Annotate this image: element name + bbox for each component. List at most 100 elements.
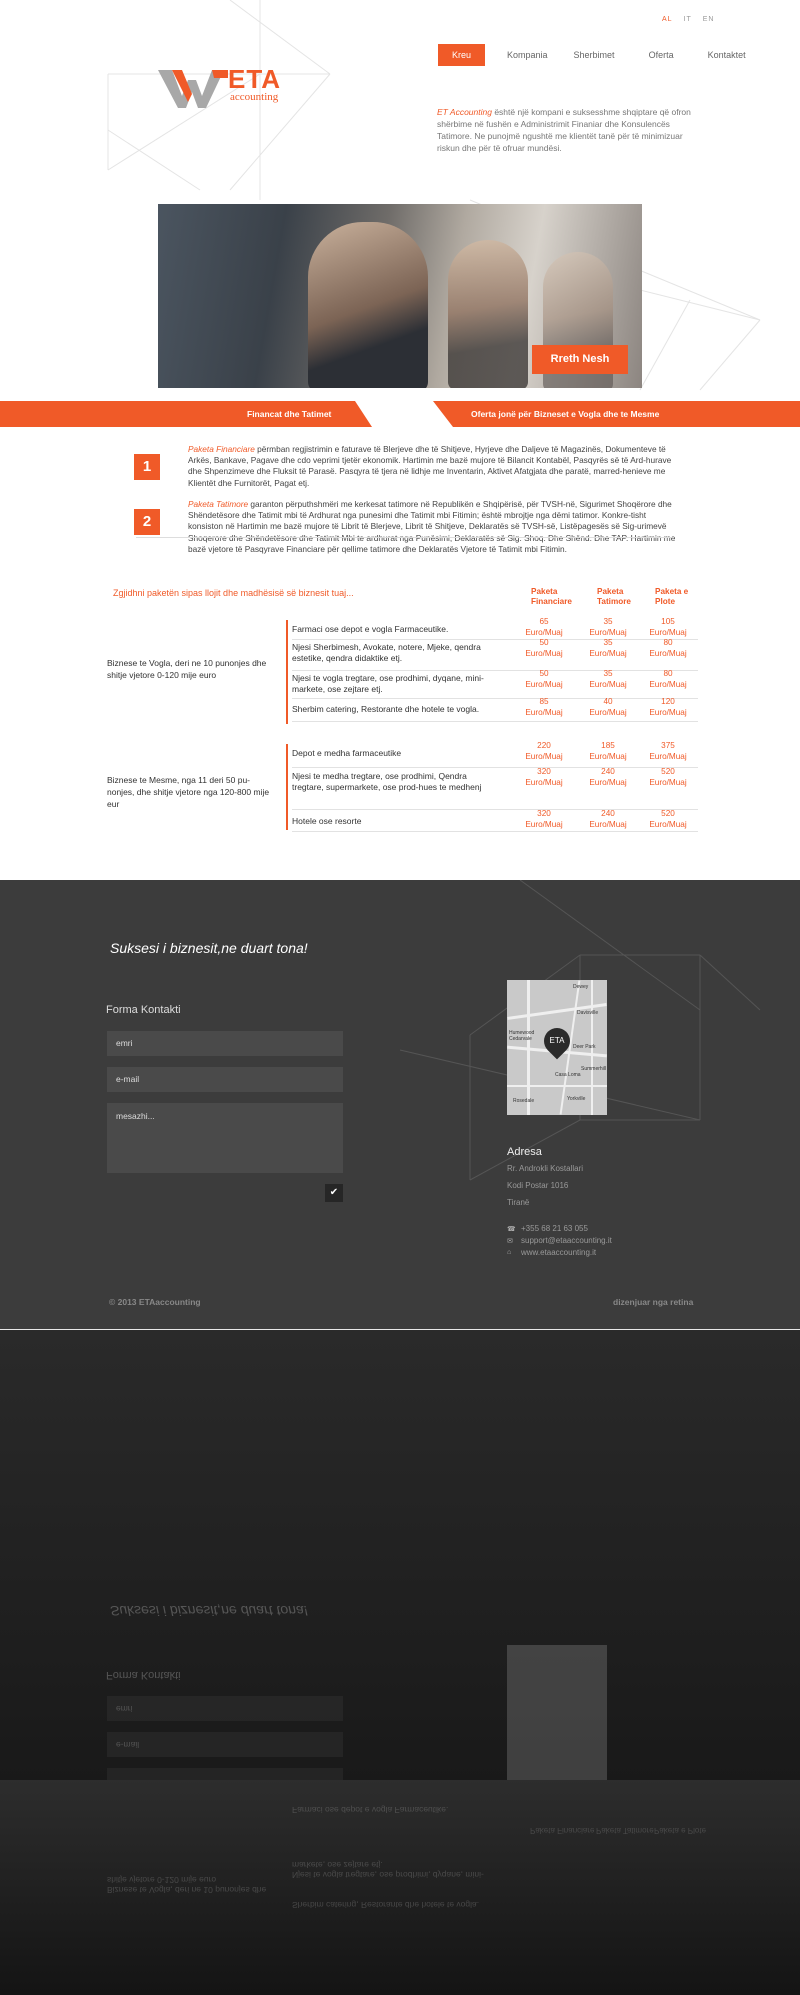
price-unit: Euro/Muaj <box>649 820 687 829</box>
price-unit: Euro/Muaj <box>525 820 563 829</box>
pricing-row: Sherbim catering, Restorante dhe hotele … <box>292 697 698 722</box>
pricing-cell[interactable]: 80 Euro/Muaj <box>638 637 698 659</box>
section-title-finance: Financat dhe Tatimet <box>247 409 332 419</box>
price-unit: Euro/Muaj <box>525 708 563 717</box>
price-value: 520 <box>661 767 675 776</box>
map-pin-label: ETA <box>549 1036 565 1045</box>
package-tax-title[interactable]: Paketa Tatimore <box>188 499 248 509</box>
pricing-cell[interactable]: 320 Euro/Muaj <box>514 808 574 830</box>
price-value: 85 <box>539 697 549 706</box>
price-unit: Euro/Muaj <box>589 680 627 689</box>
price-value: 220 <box>537 741 551 750</box>
price-unit: Euro/Muaj <box>649 752 687 761</box>
pricing-row-label: Farmaci ose depot e vogla Farmaceutike. <box>292 624 449 634</box>
pricing-cell[interactable]: 40 Euro/Muaj <box>578 696 638 718</box>
pricing-cell[interactable]: 35 Euro/Muaj <box>578 616 638 638</box>
contact-form-title: Forma Kontakti <box>106 1004 181 1016</box>
price-value: 35 <box>603 638 613 647</box>
price-value: 240 <box>601 809 615 818</box>
home-icon: ⌂ <box>507 1249 512 1256</box>
number-badge-1: 1 <box>134 454 160 480</box>
pricing-row: Njesi Sherbimesh, Avokate, notere, Mjeke… <box>292 638 698 671</box>
logo[interactable]: ETA accounting <box>158 64 298 110</box>
package-tax-text: Paketa Tatimore garanton përputhshmëri m… <box>188 499 682 555</box>
price-unit: Euro/Muaj <box>589 820 627 829</box>
pricing-row-label: Njesi te medha tregtare, ose prodhimi, Q… <box>292 771 482 792</box>
pricing-cell[interactable]: 240 Euro/Muaj <box>578 808 638 830</box>
pricing-group-medium: Biznese te Mesme, nga 11 deri 50 pu-nonj… <box>107 775 270 809</box>
pricing-cell[interactable]: 85 Euro/Muaj <box>514 696 574 718</box>
pricing-cell[interactable]: 50 Euro/Muaj <box>514 668 574 690</box>
pricing-cell[interactable]: 80 Euro/Muaj <box>638 668 698 690</box>
contact-web[interactable]: ⌂ www.etaaccounting.it <box>507 1248 596 1257</box>
pricing-row-label: Depot e medha farmaceutike <box>292 748 402 758</box>
price-value: 120 <box>661 697 675 706</box>
pricing-cell[interactable]: 375 Euro/Muaj <box>638 740 698 762</box>
price-value: 80 <box>663 638 673 647</box>
pricing-row: Njesi te medha tregtare, ose prodhimi, Q… <box>292 767 698 810</box>
group-divider-medium <box>286 744 288 830</box>
pricing-cell[interactable]: 35 Euro/Muaj <box>578 668 638 690</box>
pricing-cell[interactable]: 520 Euro/Muaj <box>638 808 698 830</box>
price-value: 50 <box>539 669 549 678</box>
price-unit: Euro/Muaj <box>649 649 687 658</box>
pricing-cell[interactable]: 65 Euro/Muaj <box>514 616 574 638</box>
package-financial-title[interactable]: Paketa Financiare <box>188 444 255 454</box>
email-input[interactable]: e-mail <box>107 1067 343 1092</box>
address-street: Rr. Androkli Kostallari <box>507 1164 584 1173</box>
pricing-cell[interactable]: 220 Euro/Muaj <box>514 740 574 762</box>
group-divider-small <box>286 620 288 724</box>
name-input[interactable]: emri <box>107 1031 343 1056</box>
hero-person-1 <box>308 222 428 388</box>
price-value: 35 <box>603 617 613 626</box>
section-title-offer: Oferta jonë për Bizneset e Vogla dhe te … <box>471 409 660 419</box>
contact-phone[interactable]: ☎ +355 68 21 63 055 <box>507 1224 588 1233</box>
price-unit: Euro/Muaj <box>649 778 687 787</box>
slogan: Suksesi i biznesit,ne duart tona! <box>110 940 308 956</box>
pricing-cell[interactable]: 50 Euro/Muaj <box>514 637 574 659</box>
price-unit: Euro/Muaj <box>589 708 627 717</box>
price-value: 185 <box>601 741 615 750</box>
message-textarea[interactable]: mesazhi... <box>107 1103 343 1173</box>
send-button[interactable]: ✔ <box>325 1184 343 1202</box>
price-unit: Euro/Muaj <box>649 680 687 689</box>
pricing-cell[interactable]: 105 Euro/Muaj <box>638 616 698 638</box>
price-unit: Euro/Muaj <box>525 752 563 761</box>
price-value: 80 <box>663 669 673 678</box>
copyright: © 2013 ETAaccounting <box>109 1297 201 1307</box>
package-tax-body: garanton përputhshmëri me kerkesat tatim… <box>188 499 675 554</box>
address-postal: Kodi Postar 1016 <box>507 1181 569 1190</box>
logo-w-icon <box>158 70 228 108</box>
about-us-button[interactable]: Rreth Nesh <box>532 345 628 374</box>
contact-email[interactable]: ✉ support@etaaccounting.it <box>507 1236 612 1245</box>
price-unit: Euro/Muaj <box>589 649 627 658</box>
divider <box>136 537 672 538</box>
price-value: 520 <box>661 809 675 818</box>
pricing-cell[interactable]: 185 Euro/Muaj <box>578 740 638 762</box>
price-value: 65 <box>539 617 549 626</box>
reflection-fade: Biznese te Vogla, deri ne 10 punonjes dh… <box>0 1780 800 1995</box>
pricing-header-full: Paketa e Plote <box>655 587 689 606</box>
pricing-cell[interactable]: 520 Euro/Muaj <box>638 766 698 788</box>
price-value: 50 <box>539 638 549 647</box>
price-unit: Euro/Muaj <box>525 649 563 658</box>
phone-icon: ☎ <box>507 1225 516 1233</box>
page-reflection: © 2013 ETAaccounting dizenjuar nga retin… <box>0 1330 800 1995</box>
designer-credit[interactable]: dizenjuar nga retina <box>613 1297 693 1307</box>
pricing-header-tax: Paketa Tatimore <box>597 587 631 606</box>
pricing-cell[interactable]: 240 Euro/Muaj <box>578 766 638 788</box>
package-financial-body: përmban regjistrimin e faturave të Blerj… <box>188 444 672 488</box>
pricing-cell[interactable]: 35 Euro/Muaj <box>578 637 638 659</box>
pricing-group-small: Biznese te Vogla, deri ne 10 punonjes dh… <box>107 658 267 680</box>
pricing-cell[interactable]: 320 Euro/Muaj <box>514 766 574 788</box>
pricing-cell[interactable]: 120 Euro/Muaj <box>638 696 698 718</box>
price-value: 240 <box>601 767 615 776</box>
pricing-row: Depot e medha farmaceutike 220 Euro/Muaj 18… <box>292 741 698 768</box>
checkmark-icon: ✔ <box>329 1187 339 1198</box>
location-map[interactable]: Dewey Humewood Cedarvale Deer Park Casa … <box>507 980 607 1115</box>
pricing-row-label: Njesi te vogla tregtare, ose prodhimi, d… <box>292 673 484 694</box>
intro-highlight: ET Accounting <box>437 107 492 117</box>
envelope-icon: ✉ <box>507 1237 513 1245</box>
pricing-row: Njesi te vogla tregtare, ose prodhimi, d… <box>292 669 698 699</box>
intro-text: ET Accounting është një kompani e sukses… <box>437 106 699 154</box>
